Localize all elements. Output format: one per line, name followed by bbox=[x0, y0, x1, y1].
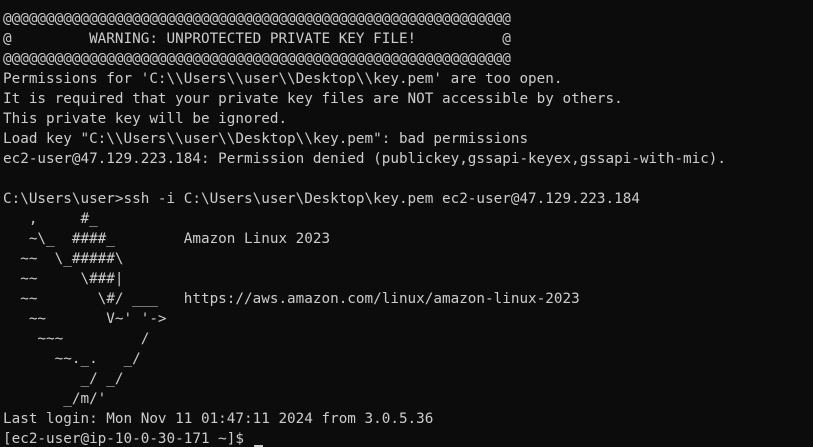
banner-line-5: ~~ \#/ ___ https://aws.amazon.com/linux/… bbox=[3, 291, 580, 307]
terminal-window[interactable]: @@@@@@@@@@@@@@@@@@@@@@@@@@@@@@@@@@@@@@@@… bbox=[0, 0, 813, 447]
banner-line-8: ~~._. _/ bbox=[3, 351, 141, 367]
ssh-command-line: C:\Users\user>ssh -i C:\Users\user\Deskt… bbox=[3, 191, 640, 207]
shell-prompt: [ec2-user@ip-10-0-30-171 ~]$ bbox=[3, 431, 253, 447]
banner-line-1: , #_ bbox=[3, 211, 98, 227]
banner-line-7: ~~~ / bbox=[3, 331, 150, 347]
requirement-message: It is required that your private key fil… bbox=[3, 91, 623, 107]
permissions-message: Permissions for 'C:\\Users\\user\\Deskto… bbox=[3, 71, 563, 87]
warning-border-top: @@@@@@@@@@@@@@@@@@@@@@@@@@@@@@@@@@@@@@@@… bbox=[3, 11, 511, 27]
last-login-line: Last login: Mon Nov 11 01:47:11 2024 fro… bbox=[3, 411, 434, 427]
banner-line-9: _/ _/ bbox=[3, 371, 124, 387]
warning-title: @ WARNING: UNPROTECTED PRIVATE KEY FILE!… bbox=[3, 31, 511, 47]
warning-border-bottom: @@@@@@@@@@@@@@@@@@@@@@@@@@@@@@@@@@@@@@@@… bbox=[3, 51, 511, 67]
banner-line-6: ~~ V~' '-> bbox=[3, 311, 167, 327]
load-key-message: Load key "C:\\Users\\user\\Desktop\\key.… bbox=[3, 131, 529, 147]
banner-line-4: ~~ \###| bbox=[3, 271, 124, 287]
banner-line-3: ~~ \_#####\ bbox=[3, 251, 124, 267]
ignored-message: This private key will be ignored. bbox=[3, 111, 288, 127]
shell-prompt-row[interactable]: [ec2-user@ip-10-0-30-171 ~]$ bbox=[3, 429, 813, 447]
permission-denied-message: ec2-user@47.129.223.184: Permission deni… bbox=[3, 151, 727, 167]
banner-line-2: ~\_ ####_ Amazon Linux 2023 bbox=[3, 231, 331, 247]
banner-line-10: _/m/' bbox=[3, 391, 107, 407]
